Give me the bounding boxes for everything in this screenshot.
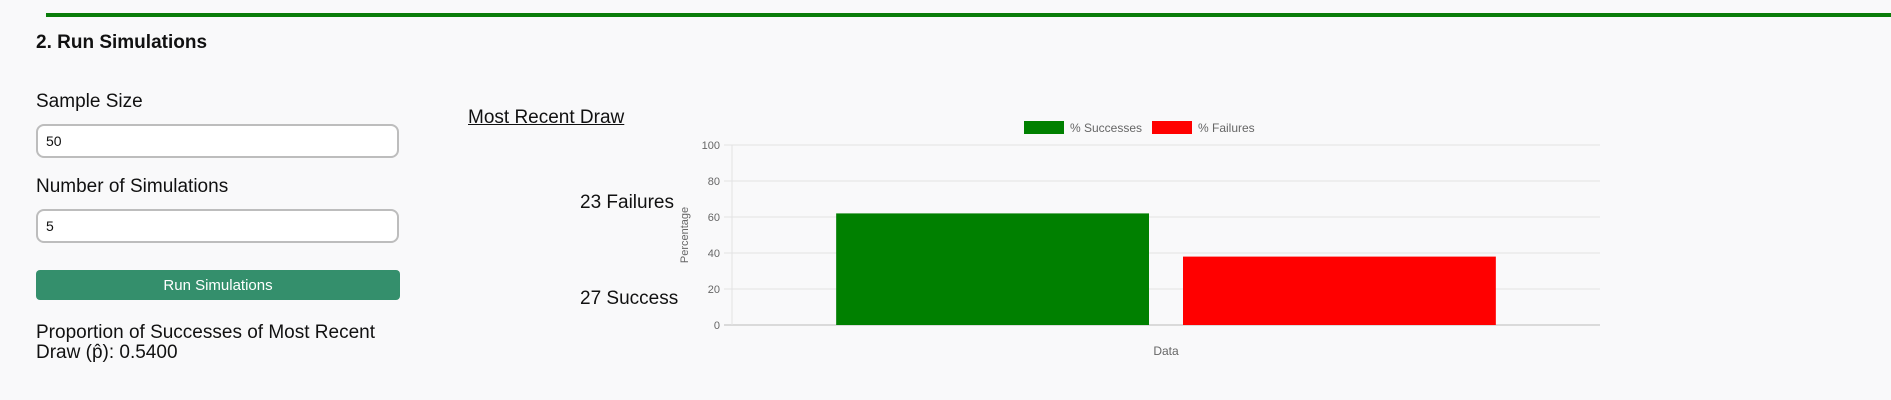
legend-label: % Successes [1070,121,1142,135]
legend-swatch [1024,121,1064,134]
most-recent-draw-heading: Most Recent Draw [468,107,625,128]
y-axis-title: Percentage [679,207,691,263]
draw-bar-chart: 0 20 40 60 80 100 Data Percentage % Successes % F… [679,121,1600,358]
sample-size-label: Sample Size [36,91,143,112]
x-axis-title: Data [1153,344,1179,358]
legend-swatch [1152,121,1192,134]
legend-label: % Failures [1198,121,1255,135]
num-simulations-input[interactable] [36,209,399,243]
y-tick-label: 20 [708,284,720,296]
y-tick-label: 100 [702,140,720,152]
num-simulations-label: Number of Simulations [36,176,229,197]
proportion-result: Proportion of Successes of Most Recent D… [36,322,375,363]
y-tick-label: 40 [708,248,720,260]
y-tick-label: 0 [714,320,720,332]
section-divider [46,13,1891,17]
y-tick-label: 60 [708,212,720,224]
run-simulations-button[interactable]: Run Simulations [36,270,400,300]
sample-size-input[interactable] [36,124,399,158]
successes-count: 27 Success [580,288,679,309]
failures-count: 23 Failures [580,192,674,213]
section-title: 2. Run Simulations [36,32,208,53]
bar-successes [836,213,1149,325]
bar-failures [1183,256,1496,325]
y-tick-label: 80 [708,176,720,188]
